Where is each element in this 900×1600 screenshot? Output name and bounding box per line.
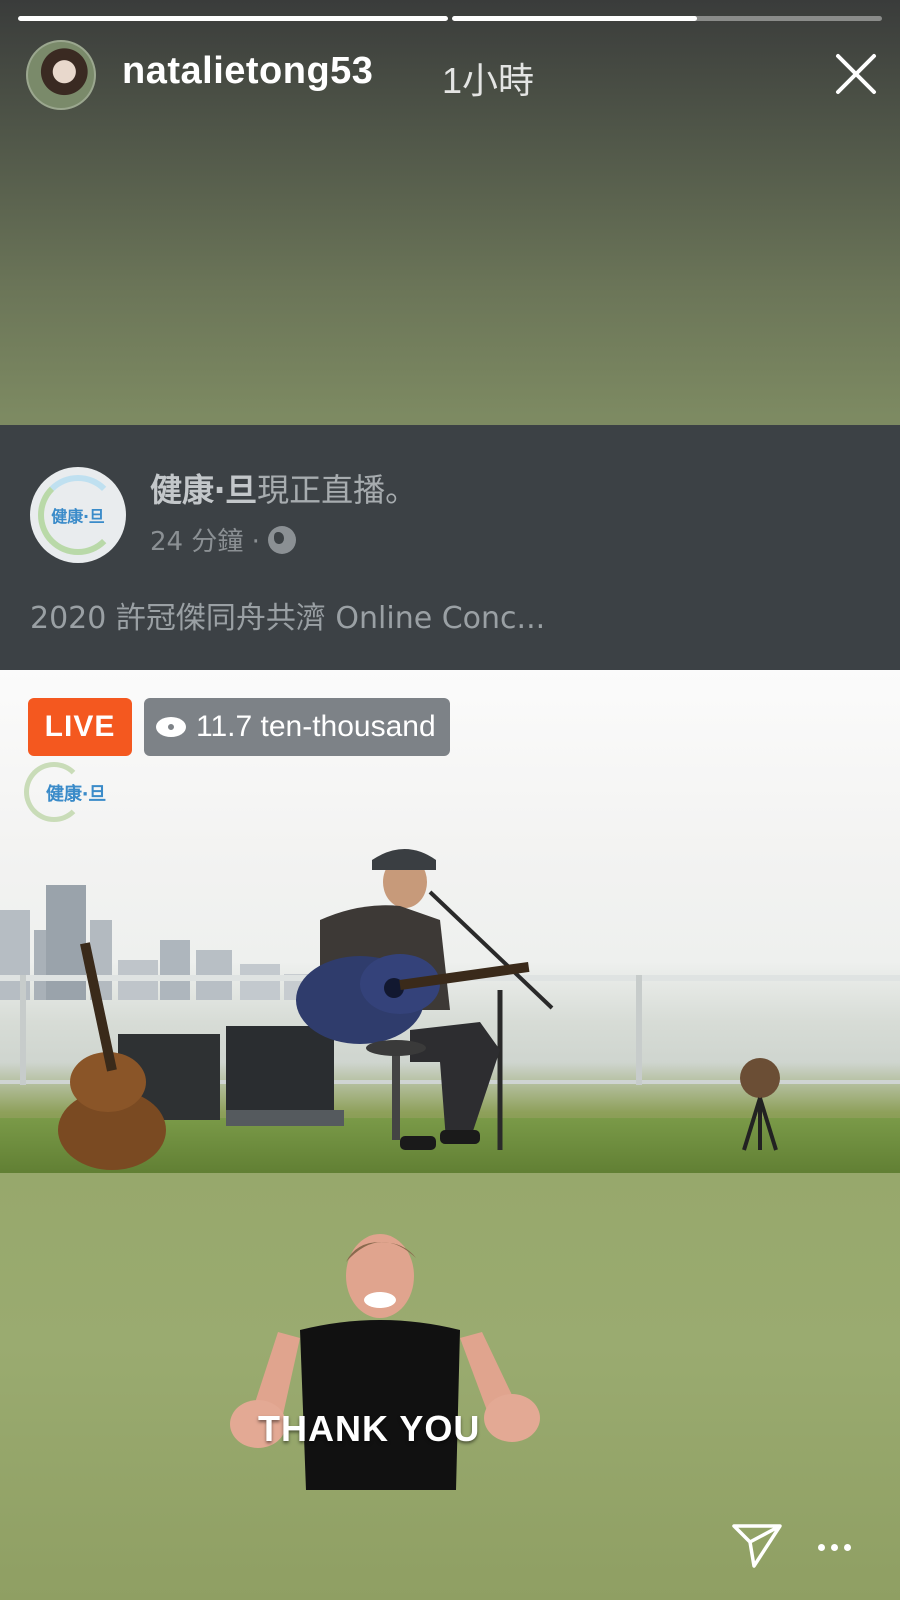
- channel-logo-text: 健康‧旦: [46, 784, 107, 805]
- post-status: 現正直播。: [257, 471, 418, 509]
- viewer-count: 11.7 ten-thousand: [196, 710, 436, 743]
- send-icon: [732, 1524, 782, 1568]
- eye-icon: [156, 717, 186, 737]
- gif-caption: THANK YOU: [258, 1408, 481, 1449]
- progress-fill: [452, 16, 698, 21]
- post-caption: 2020 許冠傑同舟共濟 Online Conc...: [30, 601, 546, 636]
- username[interactable]: natalietong53: [122, 50, 373, 93]
- amplifier: [226, 1026, 334, 1120]
- page-avatar: 健康‧旦: [30, 467, 126, 563]
- user-avatar[interactable]: [26, 40, 96, 110]
- shared-post-header: 健康‧旦 健康‧旦現正直播。 24 分鐘 · 2020 許冠傑同舟共濟 Onli…: [0, 425, 900, 670]
- more-icon: [818, 1543, 825, 1551]
- story-timestamp: 1小時: [442, 60, 535, 101]
- progress-fill: [18, 16, 448, 21]
- post-title: 健康‧旦現正直播。: [150, 465, 417, 511]
- close-button[interactable]: [832, 50, 880, 98]
- post-meta: 24 分鐘 ·: [150, 521, 296, 558]
- thank-you-gif[interactable]: [230, 1228, 540, 1490]
- camera-device: [740, 1058, 780, 1098]
- send-button[interactable]: [730, 1522, 784, 1570]
- close-icon: [836, 54, 876, 94]
- story-progress-1: [18, 16, 448, 21]
- more-options-button[interactable]: [818, 1540, 858, 1554]
- live-video-frame: LIVE 11.7 ten-thousand 健康‧旦: [0, 670, 900, 1173]
- story-progress-2: [452, 16, 882, 21]
- channel-logo: 健康‧旦: [24, 762, 116, 822]
- live-badge: LIVE: [28, 698, 132, 756]
- page-name: 健康‧旦: [150, 471, 258, 509]
- post-time: 24 分鐘 ·: [150, 527, 260, 557]
- globe-icon: [267, 525, 296, 554]
- stage-scene: [58, 849, 780, 1170]
- viewer-count-pill: 11.7 ten-thousand: [144, 698, 450, 756]
- logo-ring: [38, 475, 118, 555]
- story-viewer: natalietong53 1小時 健康‧旦 健康‧旦現正直播。 24 分鐘 ·…: [0, 0, 900, 1600]
